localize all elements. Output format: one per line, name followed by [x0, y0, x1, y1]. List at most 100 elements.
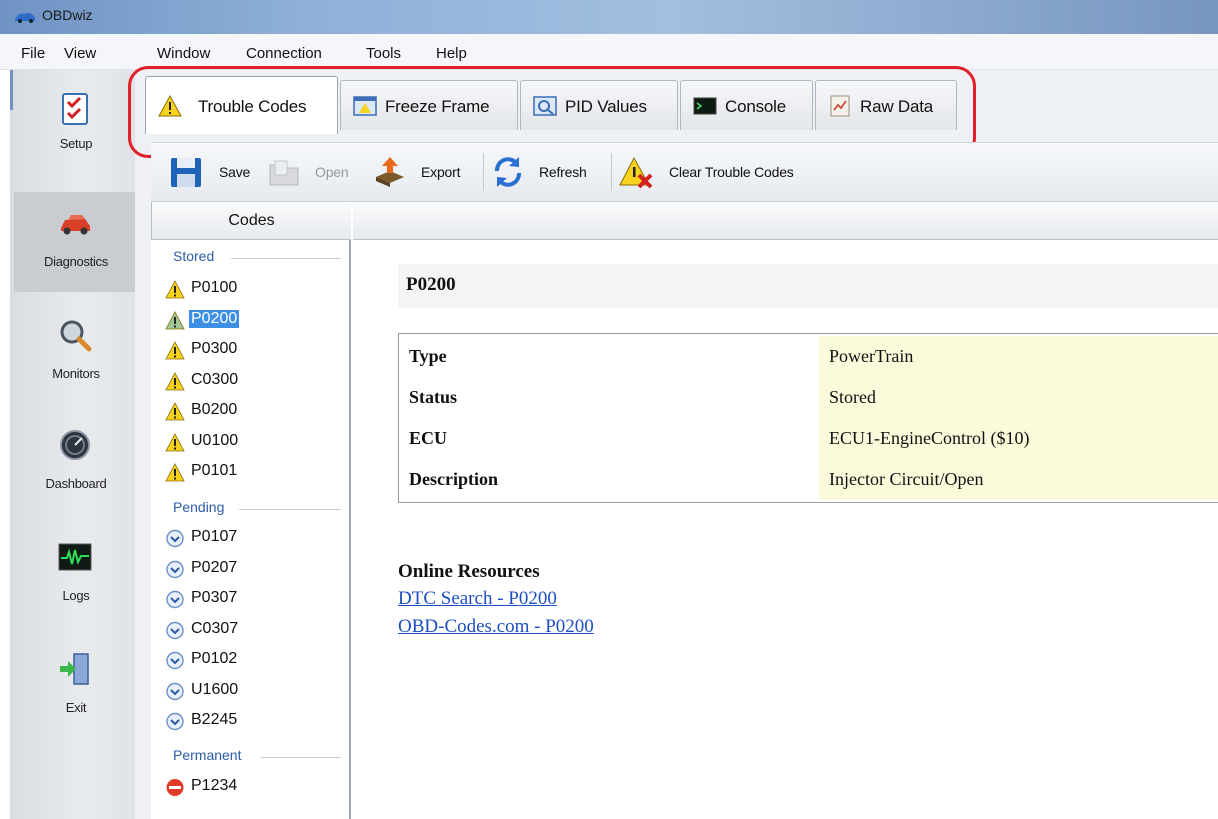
checklist-icon: [62, 93, 88, 125]
console-icon: [693, 97, 717, 115]
code-label: P0207: [191, 558, 238, 576]
code-label: P0100: [191, 279, 238, 296]
export-button[interactable]: Export: [373, 155, 475, 189]
panel-gutter: [135, 70, 151, 819]
codes-column-header[interactable]: Codes: [151, 202, 351, 240]
nav-label: Diagnostics: [44, 254, 108, 269]
nav-dashboard[interactable]: Dashboard: [14, 414, 138, 514]
toolbar-label: Refresh: [539, 164, 587, 180]
title-bar: OBDwiz: [0, 0, 1218, 34]
nav-diagnostics[interactable]: Diagnostics: [14, 192, 138, 292]
menu-tools[interactable]: Tools: [366, 45, 401, 62]
tab-label: PID Values: [565, 97, 647, 116]
nav-label: Setup: [59, 136, 93, 151]
nav-label: Monitors: [52, 366, 100, 381]
chevron-down-icon: [166, 682, 184, 700]
group-divider: [261, 757, 341, 758]
nav-label: Dashboard: [45, 476, 107, 491]
detail-key: ECU: [409, 428, 448, 448]
toolbar-label: Export: [421, 164, 461, 180]
refresh-button[interactable]: Refresh: [491, 155, 603, 189]
save-button[interactable]: Save: [169, 155, 261, 189]
dtc-search-link[interactable]: DTC Search - P0200: [398, 588, 557, 610]
code-list-item[interactable]: B2245: [161, 708, 341, 734]
code-label: P0200: [189, 309, 240, 328]
tab-label: Freeze Frame: [385, 97, 490, 116]
tab-console[interactable]: Console: [680, 80, 813, 130]
menu-view[interactable]: View: [64, 45, 96, 62]
group-permanent-label: Permanent: [173, 747, 242, 763]
code-label: U0100: [191, 431, 239, 449]
floppy-disk-icon: [171, 158, 201, 187]
code-list-item[interactable]: P0107: [161, 525, 341, 551]
code-list-item[interactable]: P0100: [161, 276, 341, 302]
code-label: P1234: [191, 777, 238, 794]
code-list-item[interactable]: P0207: [161, 556, 341, 582]
tab-label: Trouble Codes: [198, 97, 307, 116]
freeze-frame-icon: [353, 96, 377, 116]
code-list-item[interactable]: P0101: [161, 459, 341, 485]
chevron-down-icon: [166, 560, 184, 578]
detail-row-ecu: ECU ECU1-EngineControl ($10): [399, 418, 1218, 459]
car-icon: [61, 215, 90, 235]
obd-codes-link[interactable]: OBD-Codes.com - P0200: [398, 616, 594, 638]
nav-exit[interactable]: Exit: [14, 638, 138, 738]
code-list-item[interactable]: P1234: [161, 774, 341, 800]
no-entry-icon: [166, 779, 184, 796]
clear-warning-icon: [619, 156, 653, 189]
toolbar-separator: [483, 153, 484, 191]
menu-window[interactable]: Window: [157, 45, 210, 62]
app-icon: [15, 13, 35, 23]
detail-key: Description: [409, 469, 498, 489]
export-icon: [376, 157, 404, 187]
window-title: OBDwiz: [42, 7, 93, 23]
code-label: U1600: [191, 680, 239, 698]
code-list-item[interactable]: C0300: [161, 368, 341, 394]
nav-setup[interactable]: Setup: [14, 78, 138, 178]
code-list-item[interactable]: U1600: [161, 678, 341, 704]
menu-file[interactable]: File: [21, 45, 45, 62]
detail-value: ECU1-EngineControl ($10): [829, 428, 1030, 448]
detail-title: P0200: [406, 274, 456, 295]
code-list-item[interactable]: P0300: [161, 337, 341, 363]
tab-freeze-frame[interactable]: Freeze Frame: [340, 80, 518, 130]
code-label: C0300: [191, 370, 239, 388]
code-label: C0307: [191, 619, 239, 637]
code-list-item[interactable]: P0200: [161, 307, 341, 333]
detail-column-header: [353, 202, 1218, 240]
warning-icon: [165, 432, 185, 451]
chevron-down-icon: [166, 621, 184, 639]
waveform-icon: [58, 543, 92, 571]
code-list-item[interactable]: B0200: [161, 398, 341, 424]
tab-raw-data[interactable]: Raw Data: [815, 80, 957, 130]
code-list-item[interactable]: P0102: [161, 647, 341, 673]
menu-connection[interactable]: Connection: [246, 45, 322, 62]
code-label: P0307: [191, 589, 238, 606]
online-resources-heading: Online Resources: [398, 561, 540, 582]
warning-icon: [158, 95, 182, 117]
group-pending-label: Pending: [173, 499, 225, 515]
open-folder-icon: [269, 160, 299, 186]
group-divider: [231, 258, 341, 259]
magnifier-icon: [60, 320, 92, 352]
menu-help[interactable]: Help: [436, 45, 467, 62]
gauge-icon: [60, 430, 90, 460]
detail-value: PowerTrain: [829, 346, 914, 366]
detail-row-type: Type PowerTrain: [399, 336, 1218, 377]
detail-key: Status: [409, 387, 458, 407]
tab-trouble-codes[interactable]: Trouble Codes: [145, 76, 338, 134]
detail-key: Type: [409, 346, 447, 366]
nav-logs[interactable]: Logs: [14, 526, 138, 626]
clear-trouble-codes-button[interactable]: Clear Trouble Codes: [619, 155, 837, 189]
tab-pid-values[interactable]: PID Values: [520, 80, 678, 130]
code-detail-table: Type PowerTrain Status Stored ECU ECU1-E…: [398, 333, 1218, 503]
code-list-item[interactable]: C0307: [161, 617, 341, 643]
nav-monitors[interactable]: Monitors: [14, 304, 138, 404]
code-list-item[interactable]: P0307: [161, 586, 341, 612]
warning-icon: [165, 310, 185, 329]
open-button[interactable]: Open: [267, 155, 365, 189]
code-label: B0200: [191, 401, 238, 418]
detail-title-bar: [398, 264, 1218, 308]
code-list-item[interactable]: U0100: [161, 429, 341, 455]
pid-values-icon: [533, 96, 557, 116]
